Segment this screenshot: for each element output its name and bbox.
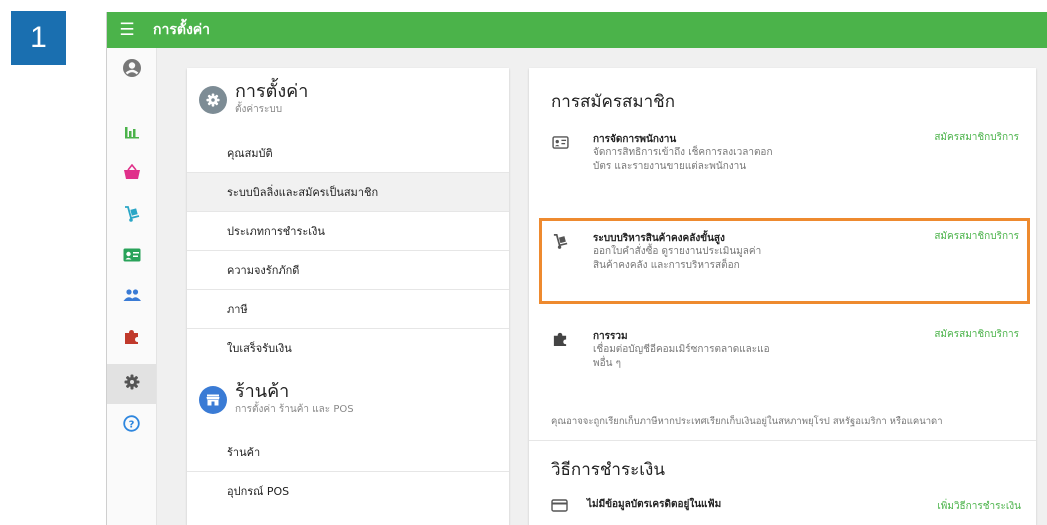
store-section-subtitle: การตั้งค่า ร้านค้า และ POS bbox=[235, 404, 354, 415]
sidebar-item-help[interactable]: ? bbox=[107, 405, 156, 445]
id-card-icon bbox=[549, 132, 571, 152]
menu-item-features[interactable]: คุณสมบัติ bbox=[187, 134, 509, 172]
settings-section-header: การตั้งค่า ตั้งค่าระบบ bbox=[199, 80, 308, 116]
no-card-text: ไม่มีข้อมูลบัตรเครดิตอยู่ในแฟ้ม bbox=[587, 499, 722, 510]
bar-chart-icon bbox=[124, 124, 140, 144]
subscription-description: เชื่อมต่อบัญชีอีคอมเมิร์ซการตลาดและแอพอื… bbox=[593, 344, 770, 369]
hamburger-icon[interactable]: ☰ bbox=[107, 12, 147, 48]
settings-section-subtitle: ตั้งค่าระบบ bbox=[235, 104, 283, 115]
divider bbox=[529, 440, 1036, 441]
settings-section-title: การตั้งค่า bbox=[235, 81, 309, 102]
settings-menu-card: การตั้งค่า ตั้งค่าระบบ คุณสมบัติ ระบบบิล… bbox=[187, 68, 509, 525]
sidebar-item-settings[interactable] bbox=[107, 364, 156, 404]
gear-icon bbox=[124, 374, 140, 394]
basket-icon bbox=[123, 163, 141, 184]
payment-method-title: วิธีการชำระเงิน bbox=[551, 460, 665, 480]
menu-item-receipts[interactable]: ใบเสร็จรับเงิน bbox=[187, 329, 509, 367]
people-icon bbox=[123, 287, 141, 306]
subscribe-button[interactable]: สมัครสมาชิกบริการ bbox=[929, 132, 1019, 143]
subscription-name: การจัดการพนักงาน bbox=[593, 134, 677, 145]
puzzle-icon bbox=[549, 329, 571, 349]
menu-item-pos-devices[interactable]: อุปกรณ์ POS bbox=[187, 472, 509, 510]
menu-item-taxes[interactable]: ภาษี bbox=[187, 290, 509, 328]
menu-item-loyalty[interactable]: ความจงรักภักดี bbox=[187, 251, 509, 289]
subscription-description: ออกใบคำสั่งซื้อ ดูรายงานประเมินมูลค่าสิน… bbox=[593, 246, 762, 271]
subscription-integrations: การรวม เชื่อมต่อบัญชีอีคอมเมิร์ซการตลาดแ… bbox=[549, 329, 1019, 379]
credit-card-icon bbox=[551, 497, 568, 516]
subscription-name: ระบบบริหารสินค้าคงคลังขั้นสูง bbox=[593, 233, 725, 244]
subscribe-button[interactable]: สมัครสมาชิกบริการ bbox=[929, 329, 1019, 340]
sidebar-item-account[interactable] bbox=[107, 50, 156, 90]
store-section-header: ร้านค้า การตั้งค่า ร้านค้า และ POS bbox=[199, 380, 354, 416]
help-icon: ? bbox=[123, 414, 140, 436]
sidebar-item-reports[interactable] bbox=[107, 114, 156, 154]
subscription-description: จัดการสิทธิการเข้าถึง เช็คการลงเวลาตอกบั… bbox=[593, 147, 773, 172]
payment-method-row: ไม่มีข้อมูลบัตรเครดิตอยู่ในแฟ้ม เพิ่มวิธ… bbox=[551, 496, 1021, 512]
billing-content-card: การสมัครสมาชิก การจัดการพนักงาน จัดการสิ… bbox=[529, 68, 1036, 525]
subscription-advanced-inventory: ระบบบริหารสินค้าคงคลังขั้นสูง ออกใบคำสั่… bbox=[549, 231, 1019, 291]
page-title: การตั้งค่า bbox=[153, 22, 211, 38]
top-app-bar: ☰ การตั้งค่า bbox=[107, 12, 1047, 48]
dolly-icon bbox=[123, 205, 141, 227]
dolly-icon bbox=[549, 231, 571, 251]
id-card-icon bbox=[123, 247, 141, 266]
menu-item-stores[interactable]: ร้านค้า bbox=[187, 433, 509, 471]
puzzle-icon bbox=[123, 328, 140, 349]
subscription-name: การรวม bbox=[593, 331, 628, 342]
sidebar-item-integrations[interactable] bbox=[107, 318, 156, 358]
subscriptions-title: การสมัครสมาชิก bbox=[551, 92, 676, 112]
menu-item-payment-types[interactable]: ประเภทการชำระเงิน bbox=[187, 212, 509, 250]
store-section-title: ร้านค้า bbox=[235, 381, 290, 402]
sidebar-item-employees[interactable] bbox=[107, 236, 156, 276]
account-circle-icon bbox=[122, 58, 142, 82]
add-payment-method-button[interactable]: เพิ่มวิธีการชำระเงิน bbox=[937, 499, 1021, 514]
gear-icon bbox=[199, 86, 227, 114]
sidebar-item-customers[interactable] bbox=[107, 276, 156, 316]
tax-note: คุณอาจจะถูกเรียกเก็บภาษีหากประเทศเรียกเก… bbox=[551, 416, 943, 427]
svg-text:?: ? bbox=[129, 419, 135, 430]
store-icon bbox=[199, 386, 227, 414]
subscribe-button[interactable]: สมัครสมาชิกบริการ bbox=[929, 231, 1019, 242]
subscription-employee-management: การจัดการพนักงาน จัดการสิทธิการเข้าถึง เ… bbox=[549, 132, 1019, 192]
menu-item-billing[interactable]: ระบบบิลลิ่งและสมัครเป็นสมาชิก bbox=[187, 173, 509, 211]
sidebar-item-sales[interactable] bbox=[107, 154, 156, 194]
step-number-badge: 1 bbox=[11, 11, 66, 65]
sidebar: ? bbox=[107, 48, 157, 525]
sidebar-item-inventory[interactable] bbox=[107, 196, 156, 236]
app-window: ☰ การตั้งค่า ? การตั้งค่า ตั้งค่าระบบ คุ… bbox=[106, 12, 1047, 525]
screenshot-root: 1 ☰ การตั้งค่า ? การตั้งค่า ตั้งค่าระบบ … bbox=[0, 0, 1047, 525]
